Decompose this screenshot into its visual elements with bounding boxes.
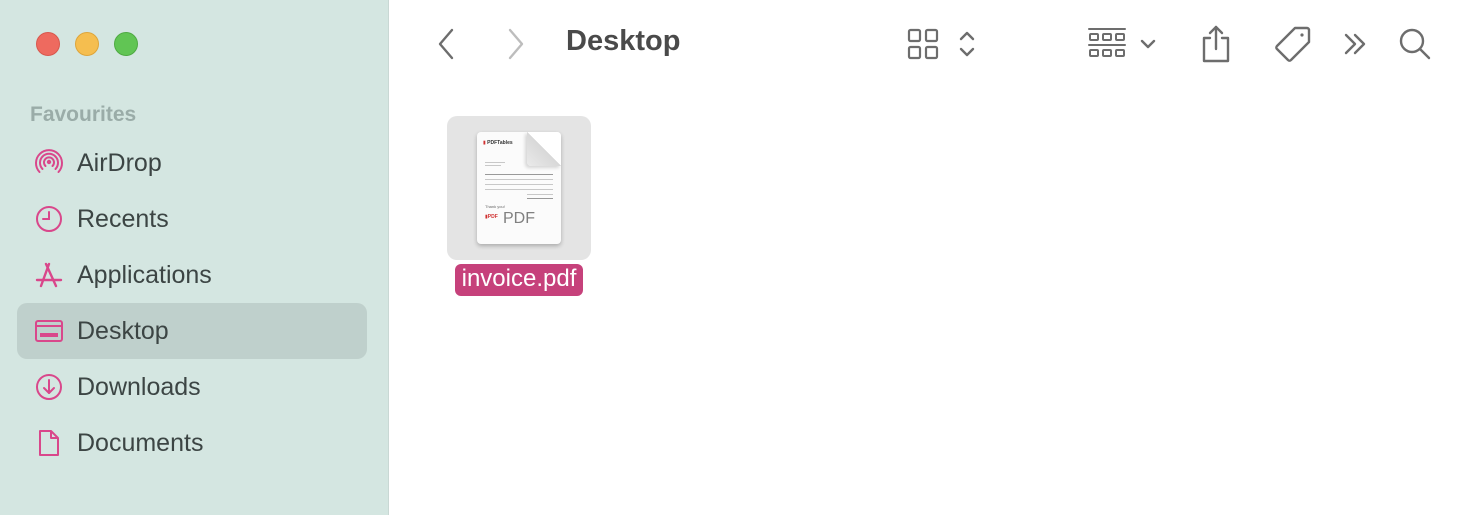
- tag-icon: [1275, 26, 1311, 62]
- search-icon: [1399, 28, 1431, 60]
- sidebar-section-title: Favourites: [30, 103, 137, 126]
- forward-button[interactable]: [499, 22, 533, 66]
- sidebar-item-label: Documents: [77, 428, 204, 457]
- sidebar-item-desktop[interactable]: Desktop: [17, 303, 367, 359]
- search-button[interactable]: [1397, 22, 1433, 66]
- share-icon: [1202, 25, 1230, 63]
- file-name[interactable]: invoice.pdf: [454, 264, 584, 296]
- share-button[interactable]: [1197, 22, 1235, 66]
- file-thumbnail[interactable]: ▮ PDFTables Thank you! ▮PDF PDF: [447, 116, 591, 260]
- airdrop-icon: [33, 147, 65, 179]
- sidebar-item-applications[interactable]: Applications: [17, 247, 367, 303]
- zoom-button[interactable]: [114, 32, 138, 56]
- minimize-button[interactable]: [75, 32, 99, 56]
- desktop-icon: [33, 315, 65, 347]
- file-type-label: PDF: [503, 210, 535, 227]
- thumb-thanks: Thank you!: [485, 204, 505, 209]
- download-icon: [33, 371, 65, 403]
- file-item[interactable]: ▮ PDFTables Thank you! ▮PDF PDF invoice.…: [447, 116, 591, 296]
- sidebar-item-label: Desktop: [77, 316, 169, 345]
- toolbar: Desktop: [389, 0, 1464, 88]
- sidebar-item-label: Recents: [77, 204, 169, 233]
- sidebar-nav: AirDrop Recents Applications Desktop Dow…: [17, 135, 367, 471]
- page-title: Desktop: [566, 25, 681, 57]
- window-controls: [36, 32, 138, 56]
- group-by-dropdown[interactable]: [1137, 22, 1159, 66]
- sidebar-item-label: Downloads: [77, 372, 201, 401]
- document-icon: [33, 427, 65, 459]
- back-button[interactable]: [429, 22, 463, 66]
- thumb-brand: ▮ PDFTables: [483, 140, 513, 146]
- view-mode-button[interactable]: [905, 22, 941, 66]
- applications-icon: [33, 259, 65, 291]
- pdf-document-icon: ▮ PDFTables Thank you! ▮PDF PDF: [477, 132, 561, 244]
- clock-icon: [33, 203, 65, 235]
- chevron-left-icon: [438, 28, 454, 60]
- icon-grid-view-icon: [907, 28, 939, 60]
- double-chevron-right-icon: [1344, 33, 1366, 55]
- sidebar-item-label: AirDrop: [77, 148, 162, 177]
- group-by-button[interactable]: [1087, 22, 1127, 66]
- sidebar-item-airdrop[interactable]: AirDrop: [17, 135, 367, 191]
- chevron-right-icon: [508, 28, 524, 60]
- sidebar-item-label: Applications: [77, 260, 212, 289]
- close-button[interactable]: [36, 32, 60, 56]
- group-by-icon: [1088, 28, 1126, 57]
- sidebar-item-documents[interactable]: Documents: [17, 415, 367, 471]
- view-mode-stepper[interactable]: [955, 22, 979, 66]
- more-toolbar-button[interactable]: [1341, 22, 1371, 66]
- sidebar-item-downloads[interactable]: Downloads: [17, 359, 367, 415]
- chevron-up-down-icon: [959, 31, 975, 57]
- chevron-down-icon: [1140, 39, 1156, 49]
- tag-button[interactable]: [1273, 22, 1313, 66]
- sidebar-item-recents[interactable]: Recents: [17, 191, 367, 247]
- sidebar: Favourites AirDrop Recents Applications …: [0, 0, 389, 515]
